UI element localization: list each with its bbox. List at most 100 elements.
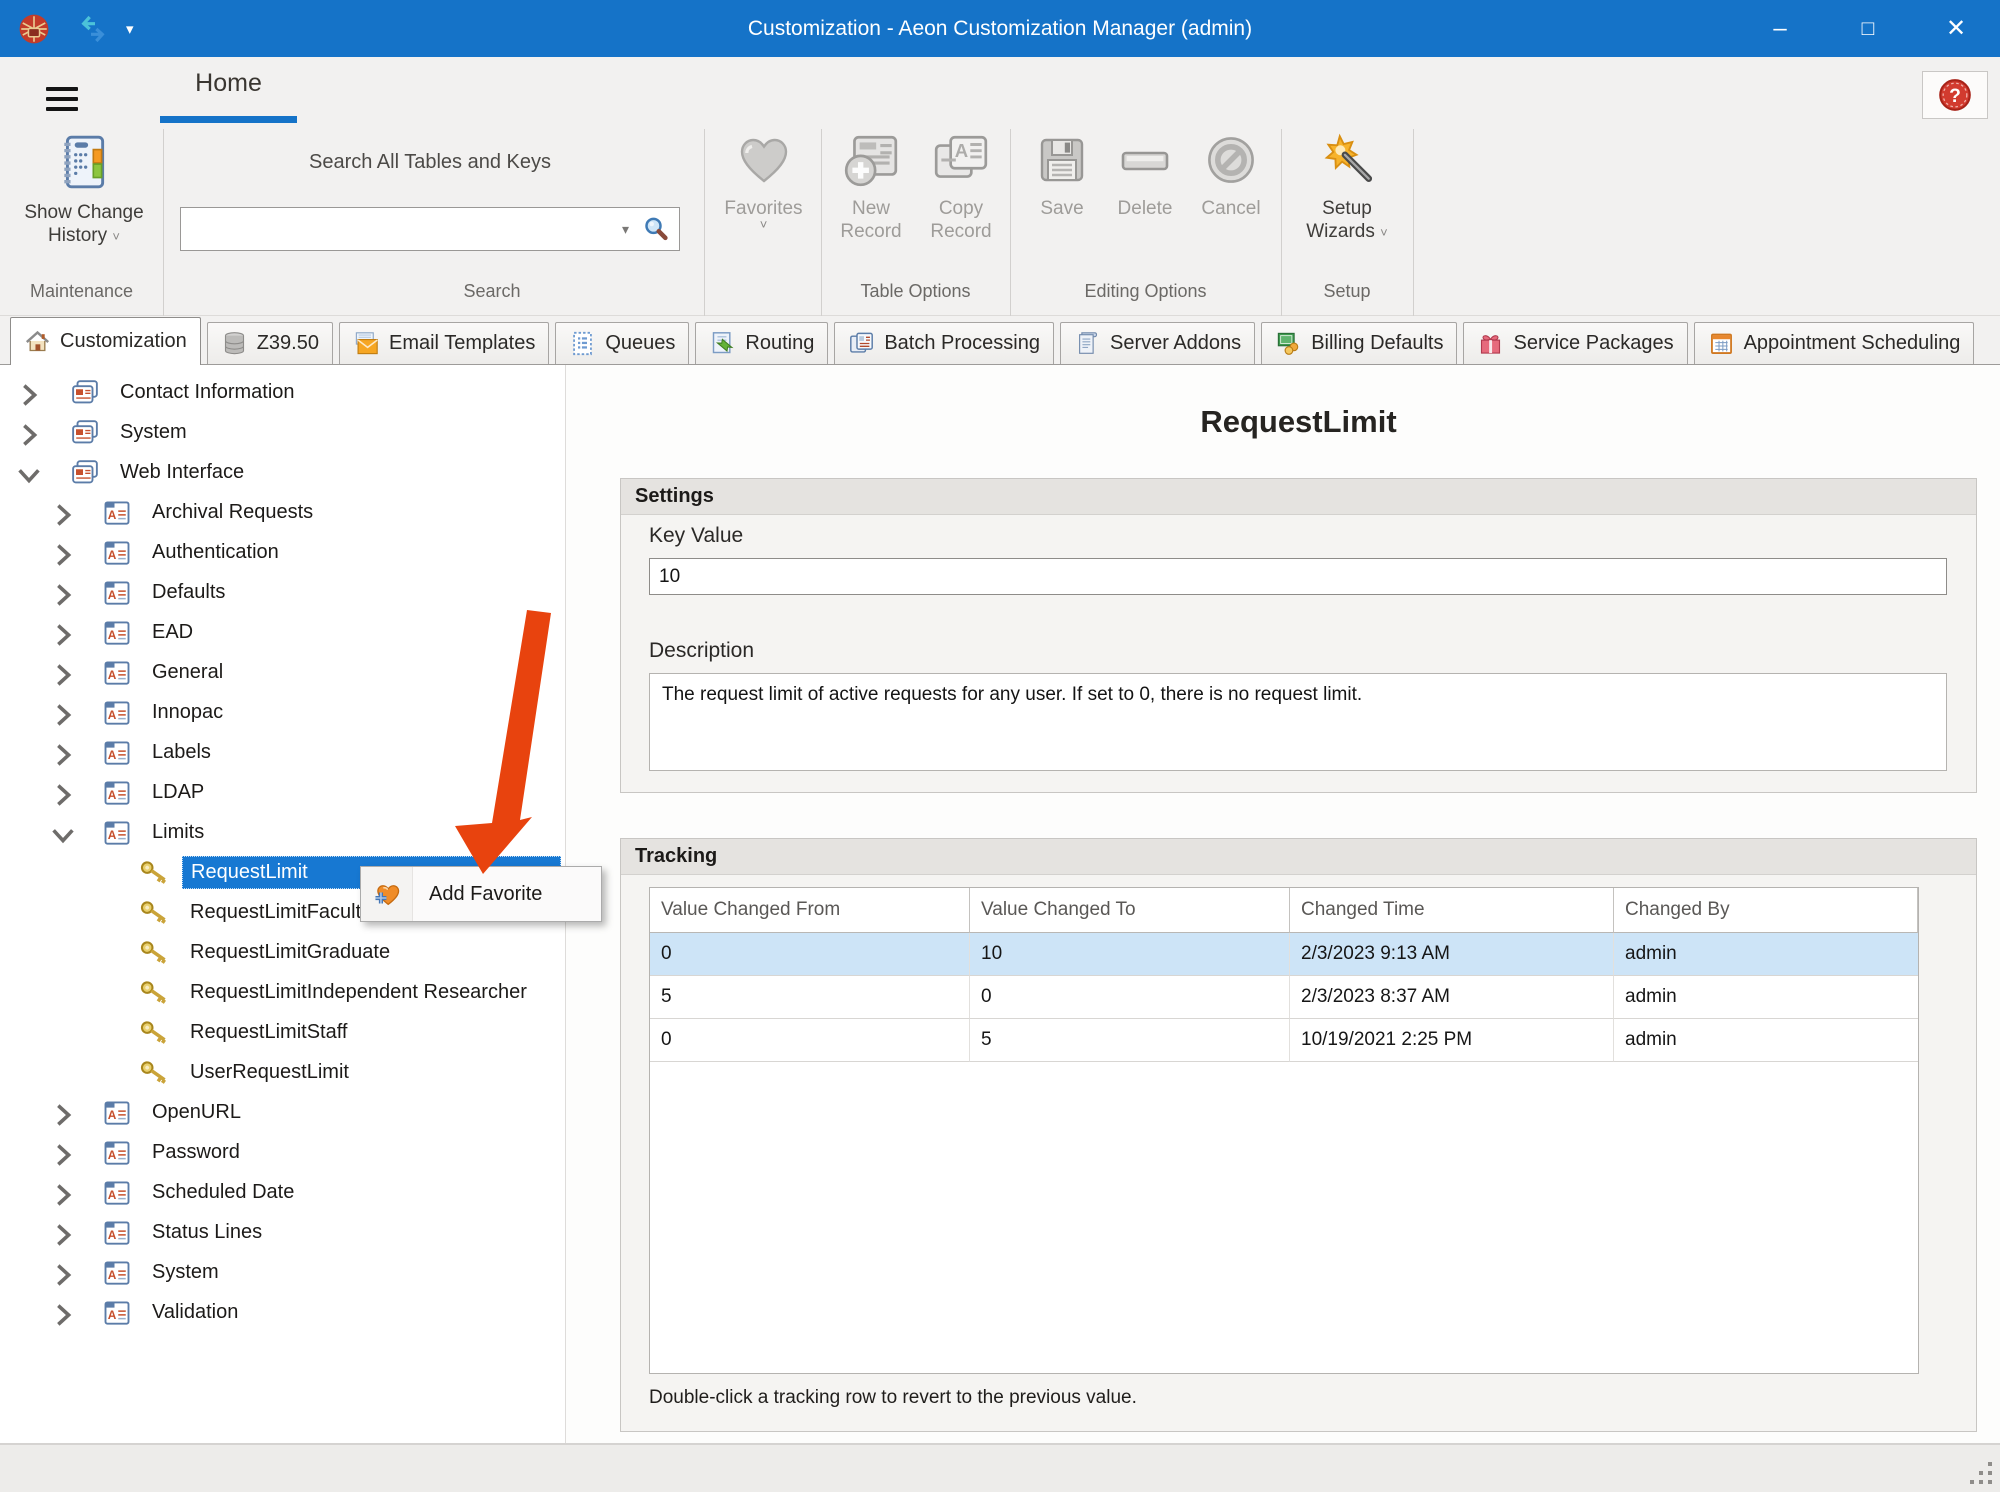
show-change-history-button[interactable]: Show Change History ˅ <box>10 129 158 247</box>
tree-item-userrequestlimit[interactable]: UserRequestLimit <box>0 1052 565 1092</box>
tree-item-password[interactable]: APassword <box>0 1132 565 1172</box>
chevron-right-icon[interactable] <box>48 580 78 604</box>
tree-item-status-lines[interactable]: AStatus Lines <box>0 1212 565 1252</box>
chevron-right-icon[interactable] <box>48 1140 78 1164</box>
close-button[interactable]: ✕ <box>1912 0 2000 57</box>
chevron-right-icon[interactable] <box>14 420 44 444</box>
chevron-right-icon[interactable] <box>48 1100 78 1124</box>
tree-item-limits[interactable]: ALimits <box>0 812 565 852</box>
tracking-row[interactable]: 502/3/2023 8:37 AMadmin <box>650 976 1918 1019</box>
tree-item-requestlimitstaff[interactable]: RequestLimitStaff <box>0 1012 565 1052</box>
tree-item-archival-requests[interactable]: AArchival Requests <box>0 492 565 532</box>
column-header-value-changed-from[interactable]: Value Changed From <box>650 888 970 933</box>
tab-label: Email Templates <box>389 332 535 355</box>
key-icon <box>136 977 174 1007</box>
chevron-right-icon[interactable] <box>48 740 78 764</box>
tree-item-authentication[interactable]: AAuthentication <box>0 532 565 572</box>
table-icon: A <box>102 1258 132 1286</box>
dropdown-caret-icon: ˅ <box>1380 225 1388 240</box>
tab-appointment-scheduling[interactable]: Appointment Scheduling <box>1694 322 1975 364</box>
tracking-row[interactable]: 0102/3/2023 9:13 AMadmin <box>650 933 1918 976</box>
resize-grip[interactable] <box>1966 1458 1992 1484</box>
chevron-right-icon[interactable] <box>48 700 78 724</box>
tree-item-scheduled-date[interactable]: AScheduled Date <box>0 1172 565 1212</box>
tree-item-requestlimitindependent-researcher[interactable]: RequestLimitIndependent Researcher <box>0 972 565 1012</box>
tree-item-general[interactable]: AGeneral <box>0 652 565 692</box>
svg-text:A: A <box>955 140 968 161</box>
search-dropdown-caret-icon[interactable]: ▾ <box>622 221 629 238</box>
search-input[interactable] <box>181 218 622 240</box>
chevron-right-icon[interactable] <box>48 620 78 644</box>
tab-queues[interactable]: Queues <box>555 322 689 364</box>
tree-item-web-interface[interactable]: Web Interface <box>0 452 565 492</box>
search-icon[interactable] <box>641 214 671 244</box>
tracking-row[interactable]: 0510/19/2021 2:25 PMadmin <box>650 1019 1918 1062</box>
tree-item-openurl[interactable]: AOpenURL <box>0 1092 565 1132</box>
svg-text:A: A <box>108 508 117 522</box>
tracking-cell: admin <box>1614 933 1918 976</box>
chevron-right-icon[interactable] <box>48 500 78 524</box>
chevron-right-icon[interactable] <box>48 660 78 684</box>
tab-routing[interactable]: Routing <box>695 322 828 364</box>
help-button[interactable]: ? <box>1922 71 1988 119</box>
tree-item-label: Password <box>144 1137 248 1168</box>
chevron-right-icon[interactable] <box>14 380 44 404</box>
table-icon: A <box>102 618 132 646</box>
tree-item-label: General <box>144 657 231 688</box>
key-value-input[interactable] <box>649 558 1947 595</box>
tab-batch-processing[interactable]: Batch Processing <box>834 322 1054 364</box>
menu-item-add-favorite[interactable]: Add Favorite <box>413 883 542 906</box>
tree-item-labels[interactable]: ALabels <box>0 732 565 772</box>
table-icon: A <box>102 578 132 606</box>
routing-icon <box>709 330 736 357</box>
tab-service-packages[interactable]: Service Packages <box>1463 322 1687 364</box>
tree-item-contact-information[interactable]: Contact Information <box>0 372 565 412</box>
tab-customization[interactable]: Customization <box>10 317 201 365</box>
table-icon: A <box>102 698 132 726</box>
delete-icon <box>1117 129 1173 191</box>
chevron-right-icon[interactable] <box>48 540 78 564</box>
tree-item-system[interactable]: ASystem <box>0 1252 565 1292</box>
cancel-button[interactable]: Cancel <box>1188 129 1274 220</box>
chevron-right-icon[interactable] <box>48 780 78 804</box>
column-header-value-changed-to[interactable]: Value Changed To <box>970 888 1290 933</box>
copy-record-button[interactable]: A Copy Record <box>917 129 1005 243</box>
tab-email-templates[interactable]: Email Templates <box>339 322 549 364</box>
tab-z39-50[interactable]: Z39.50 <box>207 322 333 364</box>
chevron-down-icon[interactable] <box>14 460 44 484</box>
column-header-changed-by[interactable]: Changed By <box>1614 888 1918 933</box>
tree-item-label: Status Lines <box>144 1217 270 1248</box>
save-button[interactable]: Save <box>1022 129 1102 220</box>
tree-item-defaults[interactable]: ADefaults <box>0 572 565 612</box>
chevron-right-icon[interactable] <box>48 1180 78 1204</box>
minimize-button[interactable]: – <box>1736 0 1824 57</box>
chevron-right-icon[interactable] <box>48 1260 78 1284</box>
chevron-right-icon[interactable] <box>48 1220 78 1244</box>
tab-server-addons[interactable]: Server Addons <box>1060 322 1255 364</box>
delete-button[interactable]: Delete <box>1104 129 1186 220</box>
tree-item-label: Validation <box>144 1297 246 1328</box>
tab-billing-defaults[interactable]: Billing Defaults <box>1261 322 1457 364</box>
chevron-down-icon[interactable] <box>48 820 78 844</box>
table-icon: A <box>102 738 132 766</box>
ribbon-tab-home[interactable]: Home <box>160 69 297 98</box>
maximize-button[interactable]: □ <box>1824 0 1912 57</box>
tree-item-label: RequestLimitIndependent Researcher <box>182 977 535 1008</box>
description-box[interactable]: The request limit of active requests for… <box>649 673 1947 771</box>
column-header-changed-time[interactable]: Changed Time <box>1290 888 1614 933</box>
tree-item-ead[interactable]: AEAD <box>0 612 565 652</box>
table-icon: A <box>102 778 132 806</box>
tree-item-requestlimitgraduate[interactable]: RequestLimitGraduate <box>0 932 565 972</box>
setup-wizards-button[interactable]: Setup Wizards ˅ <box>1293 129 1401 243</box>
favorites-button[interactable]: Favorites ˅ <box>706 129 821 230</box>
tree-item-ldap[interactable]: ALDAP <box>0 772 565 812</box>
magic-wand-icon <box>1318 129 1376 191</box>
hamburger-menu-icon[interactable] <box>46 87 78 111</box>
tree-item-validation[interactable]: AValidation <box>0 1292 565 1332</box>
new-record-button[interactable]: New Record <box>827 129 915 243</box>
tree-item-label: RequestLimitGraduate <box>182 937 398 968</box>
tree-item-system[interactable]: System <box>0 412 565 452</box>
svg-text:A: A <box>108 1268 117 1282</box>
chevron-right-icon[interactable] <box>48 1300 78 1324</box>
tree-item-innopac[interactable]: AInnopac <box>0 692 565 732</box>
